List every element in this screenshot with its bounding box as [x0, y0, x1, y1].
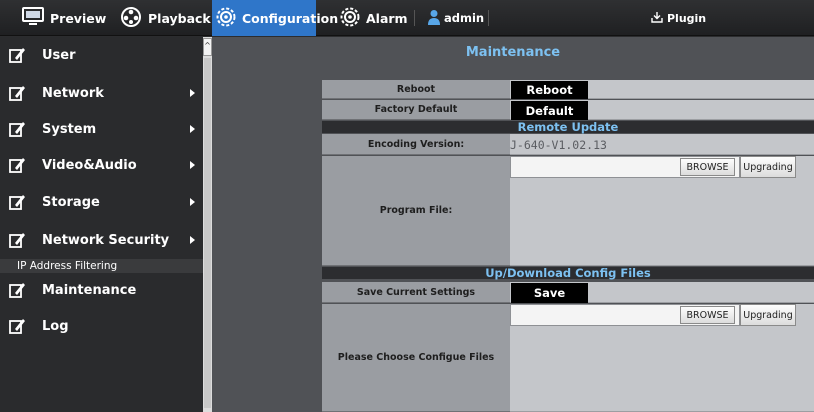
- edit-icon: [9, 122, 25, 137]
- remote-update-header: Remote Update: [322, 121, 814, 133]
- sidebar: User Network System Video&Audio Storage …: [0, 37, 203, 412]
- scroll-up-button[interactable]: ^: [203, 38, 212, 56]
- config-files-header: Up/Download Config Files: [322, 267, 814, 279]
- chevron-right-icon: [190, 89, 195, 97]
- nav-alarm-label: Alarm: [366, 10, 408, 26]
- top-navigation-bar: Preview Playback Configuration Alarm adm…: [0, 0, 814, 36]
- edit-icon: [9, 233, 25, 248]
- download-icon: [651, 11, 663, 26]
- sidebar-subitem-ip-address-filtering[interactable]: IP Address Filtering: [0, 259, 203, 273]
- nav-configuration-label: Configuration: [242, 10, 339, 26]
- sidebar-item-label: Log: [42, 318, 69, 334]
- user-menu[interactable]: admin: [428, 0, 484, 36]
- edit-icon: [9, 48, 25, 63]
- sidebar-item-storage[interactable]: Storage: [0, 184, 203, 220]
- sidebar-item-label: Video&Audio: [42, 157, 137, 173]
- sidebar-item-system[interactable]: System: [0, 111, 203, 147]
- sidebar-item-label: Storage: [42, 194, 100, 210]
- sidebar-item-label: User: [42, 47, 76, 63]
- nav-divider: [414, 10, 415, 26]
- chevron-right-icon: [190, 161, 195, 169]
- factory-default-label: Factory Default: [322, 100, 510, 120]
- edit-icon: [9, 86, 25, 101]
- nav-divider: [488, 10, 489, 26]
- user-name: admin: [444, 11, 485, 25]
- chevron-right-icon: [190, 236, 195, 244]
- chevron-right-icon: [190, 125, 195, 133]
- sidebar-item-network-security[interactable]: Network Security: [0, 222, 203, 258]
- plugin-download-link[interactable]: Plugin: [651, 0, 706, 36]
- default-button[interactable]: Default: [511, 101, 588, 120]
- sidebar-item-maintenance[interactable]: Maintenance: [0, 272, 203, 308]
- nav-playback-label: Playback: [148, 10, 211, 26]
- config-files-label: Please Choose Configue Files: [322, 304, 510, 412]
- browse-button[interactable]: BROWSE: [680, 158, 735, 176]
- nav-preview[interactable]: Preview: [22, 0, 106, 36]
- sidebar-item-user[interactable]: User: [0, 37, 203, 73]
- nav-playback[interactable]: Playback: [120, 0, 211, 36]
- user-icon: [428, 9, 440, 28]
- sidebar-item-label: Network: [42, 85, 104, 101]
- program-file-label: Program File:: [322, 156, 510, 266]
- reboot-button[interactable]: Reboot: [511, 81, 588, 99]
- page-title: Maintenance: [465, 45, 561, 60]
- upgrading-config-button[interactable]: Upgrading: [740, 304, 796, 326]
- edit-icon: [9, 319, 25, 334]
- edit-icon: [9, 283, 25, 298]
- reboot-label: Reboot: [322, 80, 510, 99]
- nav-configuration[interactable]: Configuration: [212, 0, 338, 36]
- edit-icon: [9, 195, 25, 210]
- browse-config-button[interactable]: BROWSE: [680, 306, 735, 324]
- nav-alarm[interactable]: Alarm: [340, 0, 408, 36]
- sidebar-item-network[interactable]: Network: [0, 75, 203, 111]
- encoding-version-value: J-640-V1.02.13: [510, 138, 607, 152]
- gear-icon: [216, 7, 236, 30]
- plugin-label: Plugin: [667, 11, 707, 25]
- sidebar-item-log[interactable]: Log: [0, 308, 203, 344]
- sidebar-item-label: Network Security: [42, 232, 170, 248]
- save-button[interactable]: Save: [511, 283, 588, 303]
- film-reel-icon: [120, 6, 142, 31]
- edit-icon: [9, 158, 25, 173]
- sidebar-item-video-audio[interactable]: Video&Audio: [0, 147, 203, 183]
- monitor-icon: [22, 6, 44, 30]
- nav-preview-label: Preview: [50, 10, 107, 26]
- alarm-gear-icon: [340, 7, 360, 30]
- sidebar-item-label: Maintenance: [42, 282, 137, 298]
- sidebar-item-label: System: [42, 121, 97, 137]
- encoding-version-label: Encoding Version:: [322, 134, 510, 155]
- scrollbar-thumb[interactable]: [204, 58, 211, 408]
- upgrading-button[interactable]: Upgrading: [740, 156, 796, 178]
- save-settings-label: Save Current Settings: [322, 282, 510, 303]
- maintenance-panel: Maintenance Reboot Reboot Factory Defaul…: [212, 37, 814, 412]
- chevron-right-icon: [190, 198, 195, 206]
